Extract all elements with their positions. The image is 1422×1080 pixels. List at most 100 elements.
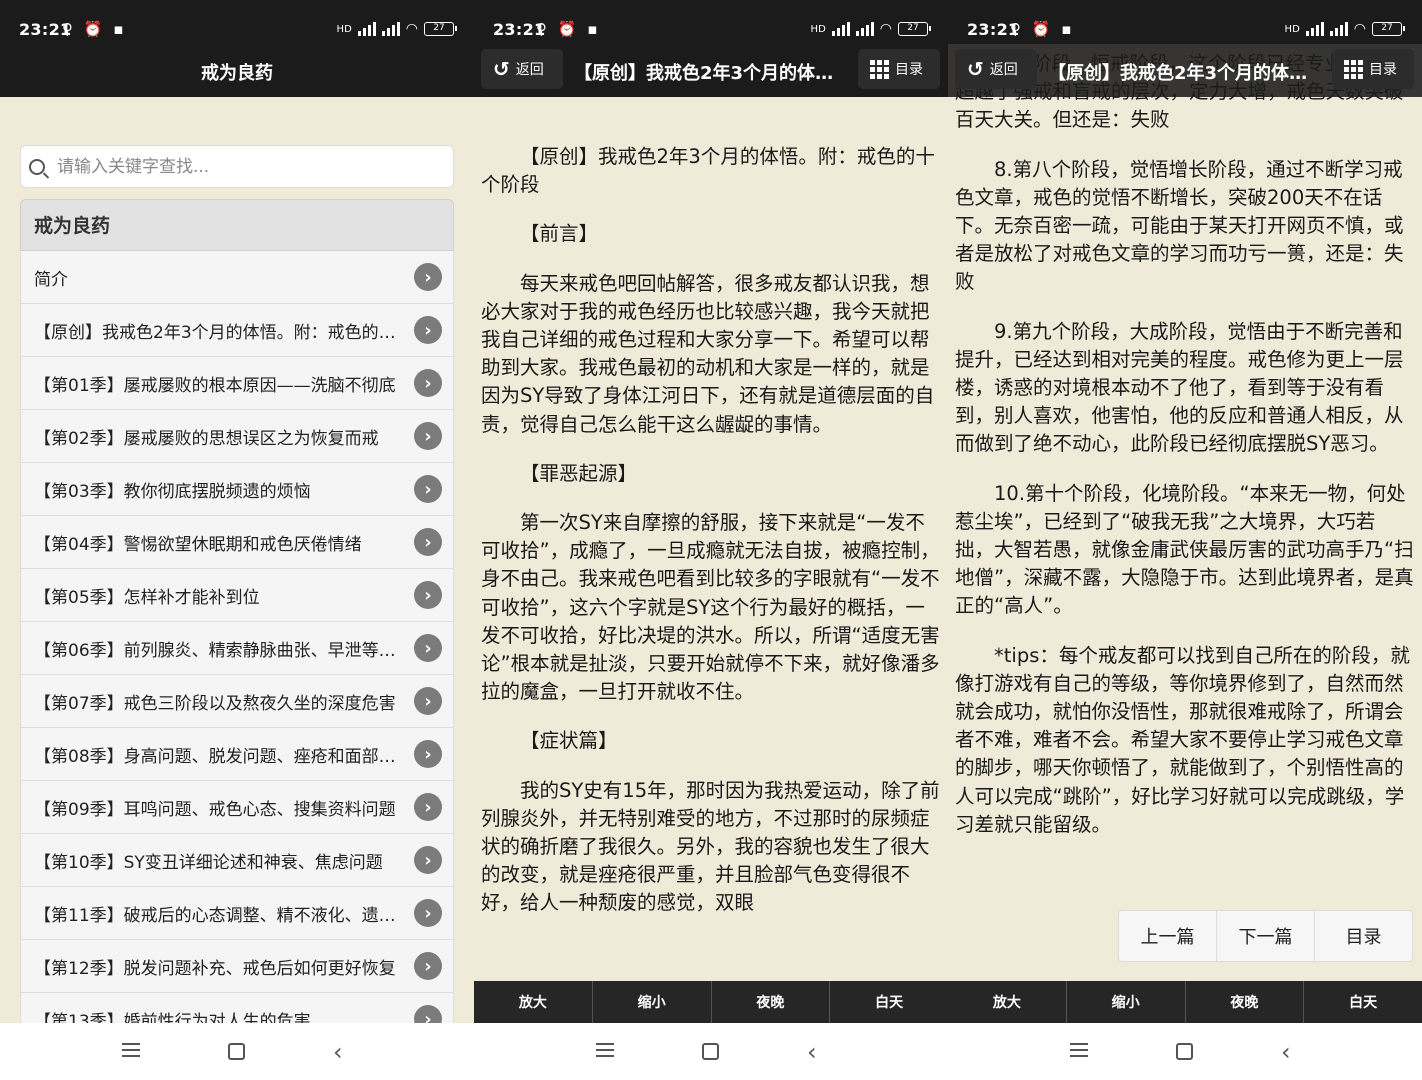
back-arrow-icon: ↺: [493, 57, 510, 81]
reader-toolbar: 放大 缩小 夜晚 白天: [948, 981, 1422, 1023]
list-item[interactable]: 【第02季】屡戒屡败的思想误区之为恢复而戒 ›: [20, 410, 454, 463]
chevron-right-icon: ›: [414, 369, 442, 397]
wifi-icon: ◠: [879, 21, 892, 37]
status-icons: ⚲ ⏰ ▪: [1010, 20, 1075, 38]
chapter-list: 戒为良药 简介 › 【原创】我戒色2年3个月的体悟。附：戒色的十个阶段 › 【第01…: [20, 199, 454, 1046]
system-nav-bar: ‹: [948, 1023, 1422, 1080]
battery-icon: 27: [898, 22, 931, 36]
back-button[interactable]: ↺ 返回: [481, 49, 563, 89]
back-button[interactable]: ↺ 返回: [955, 49, 1037, 89]
article-paragraph: 第一次SY来自摩擦的舒服，接下来就是“一发不可收拾”，成瘾了，一旦成瘾就无法自拔…: [481, 511, 940, 704]
toc-label: 目录: [1369, 62, 1397, 78]
list-item[interactable]: 【第04季】警惕欲望休眠期和戒色厌倦情绪 ›: [20, 516, 454, 569]
article-paragraph: 9.第九个阶段，大成阶段，觉悟由于不断完善和提升，已经达到相对完美的程度。戒色修…: [955, 319, 1404, 456]
back-label: 返回: [515, 62, 544, 78]
list-item-label: 【第10季】SY变丑详细论述和神衰、焦虑问题: [34, 852, 383, 873]
search-input[interactable]: [57, 156, 417, 177]
battery-icon: 27: [1372, 22, 1405, 36]
wifi-icon: ◠: [405, 21, 418, 37]
zoom-in-button[interactable]: 放大: [474, 981, 593, 1023]
status-bar: 23:21 ⚲ ⏰ ▪ HD ◠ 27: [0, 0, 474, 44]
article-content: 7.第七个阶段，恒戒阶段，这个阶段已经专业戒色，超越了强戒和盲戒的层次，定力大增…: [955, 50, 1414, 860]
list-item[interactable]: 【第09季】耳鸣问题、戒色心态、搜集资料问题 ›: [20, 781, 454, 834]
status-bar: 23:21 ⚲ ⏰ ▪ HD ◠ 27: [474, 0, 948, 44]
system-nav-bar: ‹: [0, 1023, 474, 1080]
article-paragraph: 10.第十个阶段，化境阶段。“本来无一物，何处惹尘埃”，已经到了“破我无我”之大…: [955, 481, 1414, 618]
status-right: HD ◠ 27: [811, 21, 931, 37]
zoom-in-button[interactable]: 放大: [948, 981, 1067, 1023]
search-icon: [29, 158, 45, 175]
chevron-right-icon: ›: [414, 263, 442, 291]
day-mode-button[interactable]: 白天: [830, 981, 948, 1023]
list-item[interactable]: 【原创】我戒色2年3个月的体悟。附：戒色的十个阶段 ›: [20, 304, 454, 357]
article-paragraph: 【症状篇】: [520, 729, 618, 753]
back-icon[interactable]: ‹: [333, 1038, 343, 1066]
wifi-icon: ◠: [1353, 21, 1366, 37]
status-icons: ⚲ ⏰ ▪: [62, 20, 127, 38]
panel-list: 23:21 ⚲ ⏰ ▪ HD ◠ 27 戒为良药 戒为良药 简介 › 【原创】我戒…: [0, 0, 474, 1080]
back-icon[interactable]: ‹: [807, 1038, 817, 1066]
chevron-right-icon: ›: [414, 422, 442, 450]
page-title: 戒为良药: [201, 63, 273, 84]
home-icon[interactable]: [702, 1043, 719, 1060]
toc-button[interactable]: 目录: [858, 49, 940, 89]
list-item[interactable]: 【第06季】前列腺炎、精索静脉曲张、早泄等问题 ›: [20, 622, 454, 675]
signal-icon-2: [381, 22, 400, 36]
recent-apps-icon[interactable]: [596, 1043, 614, 1061]
battery-icon: 27: [424, 22, 457, 36]
toc-link-button[interactable]: 目录: [1315, 911, 1412, 961]
article-paragraph: 【前言】: [520, 222, 599, 246]
chevron-right-icon: ›: [414, 687, 442, 715]
list-item-label: 【第06季】前列腺炎、精索静脉曲张、早泄等问题: [34, 640, 413, 661]
article-title: 【原创】我戒色2年3个月的体悟。附：戒色的十个阶段: [1048, 63, 1322, 84]
list-item-label: 【第08季】身高问题、脱发问题、痤疮和面部问题: [34, 746, 413, 767]
zoom-out-button[interactable]: 缩小: [593, 981, 712, 1023]
search-box[interactable]: [20, 145, 454, 188]
title-bar: 戒为良药: [0, 44, 474, 97]
article-paragraph: 【原创】我戒色2年3个月的体悟。附：戒色的十个阶段: [481, 145, 935, 197]
chevron-right-icon: ›: [414, 793, 442, 821]
home-icon[interactable]: [1176, 1043, 1193, 1060]
chevron-right-icon: ›: [414, 528, 442, 556]
article-paragraph: 我的SY史有15年，那时因为我热爱运动，除了前列腺炎外，并无特别难受的地方，不过…: [481, 778, 940, 915]
list-item-label: 【原创】我戒色2年3个月的体悟。附：戒色的十个阶段: [34, 322, 414, 343]
list-item-label: 【第05季】怎样补才能补到位: [34, 587, 260, 608]
back-icon[interactable]: ‹: [1281, 1038, 1291, 1066]
signal-icon: [831, 22, 850, 36]
back-arrow-icon: ↺: [967, 57, 984, 81]
signal-icon-2: [855, 22, 874, 36]
prev-article-button[interactable]: 上一篇: [1119, 911, 1217, 961]
night-mode-button[interactable]: 夜晚: [712, 981, 831, 1023]
chevron-right-icon: ›: [414, 634, 442, 662]
list-item[interactable]: 【第08季】身高问题、脱发问题、痤疮和面部问题 ›: [20, 728, 454, 781]
list-item-label: 简介: [34, 269, 68, 290]
article-nav: 上一篇 下一篇 目录: [1118, 910, 1413, 962]
list-item[interactable]: 【第05季】怎样补才能补到位 ›: [20, 569, 454, 622]
article-paragraph: *tips：每个戒友都可以找到自己所在的阶段，就像打游戏有自己的等级，等你境界修…: [955, 643, 1410, 836]
day-mode-button[interactable]: 白天: [1304, 981, 1422, 1023]
list-item-label: 【第09季】耳鸣问题、戒色心态、搜集资料问题: [34, 799, 396, 820]
recent-apps-icon[interactable]: [1070, 1043, 1088, 1061]
chevron-right-icon: ›: [414, 740, 442, 768]
list-item[interactable]: 【第10季】SY变丑详细论述和神衰、焦虑问题 ›: [20, 834, 454, 887]
chevron-right-icon: ›: [414, 475, 442, 503]
hd-badge: HD: [336, 23, 352, 35]
list-item[interactable]: 【第12季】脱发问题补充、戒色后如何更好恢复 ›: [20, 940, 454, 993]
list-item[interactable]: 【第01季】屡戒屡败的根本原因——洗脑不彻底 ›: [20, 357, 454, 410]
list-item[interactable]: 简介 ›: [20, 251, 454, 304]
article-content: 【原创】我戒色2年3个月的体悟。附：戒色的十个阶段 【前言】 每天来戒色吧回帖解…: [481, 143, 940, 939]
list-item[interactable]: 【第03季】教你彻底摆脱频遗的烦恼 ›: [20, 463, 454, 516]
title-bar: ↺ 返回 【原创】我戒色2年3个月的体悟。附：戒色的十个阶段 目录: [948, 44, 1422, 97]
next-article-button[interactable]: 下一篇: [1217, 911, 1315, 961]
list-item[interactable]: 【第11季】破戒后的心态调整、精不液化、遗精问题 ›: [20, 887, 454, 940]
list-item-label: 【第12季】脱发问题补充、戒色后如何更好恢复: [34, 958, 396, 979]
recent-apps-icon[interactable]: [122, 1043, 140, 1061]
night-mode-button[interactable]: 夜晚: [1186, 981, 1305, 1023]
home-icon[interactable]: [228, 1043, 245, 1060]
toc-label: 目录: [895, 62, 923, 78]
chevron-right-icon: ›: [414, 316, 442, 344]
list-item[interactable]: 【第07季】戒色三阶段以及熬夜久坐的深度危害 ›: [20, 675, 454, 728]
toc-button[interactable]: 目录: [1332, 49, 1414, 89]
panel-reader-bottom: 7.第七个阶段，恒戒阶段，这个阶段已经专业戒色，超越了强戒和盲戒的层次，定力大增…: [948, 0, 1422, 1080]
zoom-out-button[interactable]: 缩小: [1067, 981, 1186, 1023]
